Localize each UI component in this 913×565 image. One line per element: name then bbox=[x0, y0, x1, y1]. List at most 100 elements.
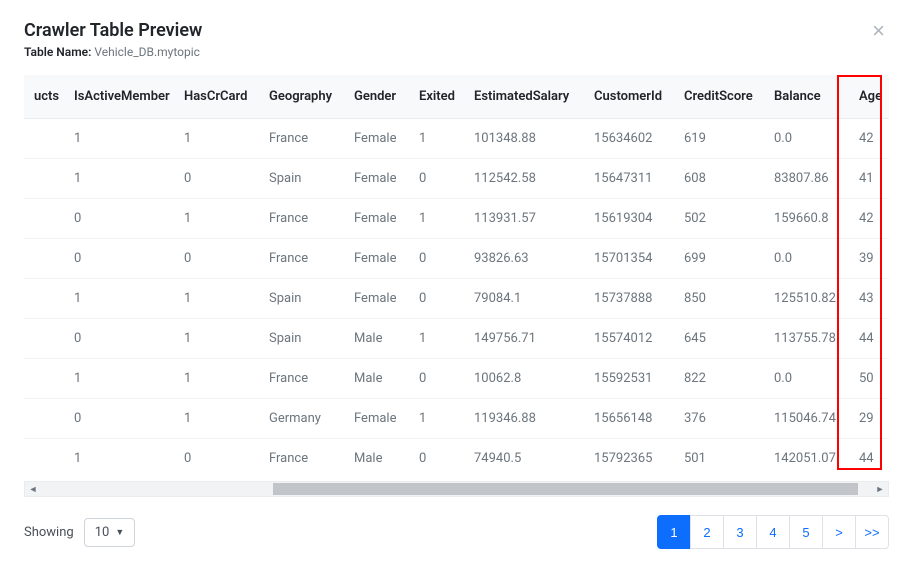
column-header-creditscore[interactable]: CreditScore bbox=[674, 75, 764, 119]
chevron-down-icon: ▼ bbox=[115, 527, 124, 538]
cell-creditscore: 850 bbox=[674, 279, 764, 319]
cell-exited: 0 bbox=[409, 439, 464, 476]
cell-geography: France bbox=[259, 119, 344, 159]
column-header-customerid[interactable]: CustomerId bbox=[584, 75, 674, 119]
cell-ucts bbox=[24, 359, 64, 399]
table-scroll-area[interactable]: uctsIsActiveMemberHasCrCardGeographyGend… bbox=[24, 75, 889, 475]
table-row[interactable]: 11SpainFemale079084.115737888850125510.8… bbox=[24, 279, 889, 319]
table-row[interactable]: 10SpainFemale0112542.581564731160883807.… bbox=[24, 159, 889, 199]
cell-isactive: 0 bbox=[64, 199, 174, 239]
cell-customerid: 15634602 bbox=[584, 119, 674, 159]
horizontal-scrollbar[interactable]: ◄ ► bbox=[24, 481, 889, 497]
cell-gender: Female bbox=[344, 159, 409, 199]
cell-gender: Female bbox=[344, 199, 409, 239]
cell-estsalary: 10062.8 bbox=[464, 359, 584, 399]
cell-estsalary: 113931.57 bbox=[464, 199, 584, 239]
cell-hascrcard: 0 bbox=[174, 239, 259, 279]
column-header-gender[interactable]: Gender bbox=[344, 75, 409, 119]
cell-hascrcard: 0 bbox=[174, 439, 259, 476]
cell-geography: Spain bbox=[259, 319, 344, 359]
page-button->[interactable]: > bbox=[822, 515, 856, 549]
column-header-hascrcard[interactable]: HasCrCard bbox=[174, 75, 259, 119]
cell-age: 29 bbox=[849, 399, 889, 439]
page-size-select[interactable]: 10 ▼ bbox=[84, 518, 136, 547]
cell-balance: 83807.86 bbox=[764, 159, 849, 199]
cell-customerid: 15574012 bbox=[584, 319, 674, 359]
cell-balance: 115046.74 bbox=[764, 399, 849, 439]
cell-age: 50 bbox=[849, 359, 889, 399]
table-row[interactable]: 01FranceFemale1113931.571561930450215966… bbox=[24, 199, 889, 239]
cell-customerid: 15701354 bbox=[584, 239, 674, 279]
table-row[interactable]: 00FranceFemale093826.63157013546990.039 bbox=[24, 239, 889, 279]
cell-estsalary: 119346.88 bbox=[464, 399, 584, 439]
cell-age: 43 bbox=[849, 279, 889, 319]
page-button-2[interactable]: 2 bbox=[690, 515, 724, 549]
cell-isactive: 0 bbox=[64, 399, 174, 439]
table-header-row: uctsIsActiveMemberHasCrCardGeographyGend… bbox=[24, 75, 889, 119]
cell-isactive: 1 bbox=[64, 119, 174, 159]
table-row[interactable]: 10FranceMale074940.515792365501142051.07… bbox=[24, 439, 889, 476]
cell-ucts bbox=[24, 159, 64, 199]
cell-exited: 1 bbox=[409, 399, 464, 439]
page-button-3[interactable]: 3 bbox=[723, 515, 757, 549]
column-header-exited[interactable]: Exited bbox=[409, 75, 464, 119]
cell-age: 42 bbox=[849, 119, 889, 159]
column-header-isactive[interactable]: IsActiveMember bbox=[64, 75, 174, 119]
cell-estsalary: 101348.88 bbox=[464, 119, 584, 159]
close-button[interactable]: × bbox=[868, 20, 889, 42]
showing-label: Showing bbox=[24, 525, 74, 540]
page-size-control: Showing 10 ▼ bbox=[24, 518, 135, 547]
cell-estsalary: 74940.5 bbox=[464, 439, 584, 476]
page-button-4[interactable]: 4 bbox=[756, 515, 790, 549]
cell-customerid: 15592531 bbox=[584, 359, 674, 399]
cell-hascrcard: 1 bbox=[174, 119, 259, 159]
cell-creditscore: 376 bbox=[674, 399, 764, 439]
cell-customerid: 15792365 bbox=[584, 439, 674, 476]
modal-title: Crawler Table Preview bbox=[24, 20, 202, 41]
table-row[interactable]: 01GermanyFemale1119346.88156561483761150… bbox=[24, 399, 889, 439]
cell-exited: 0 bbox=[409, 359, 464, 399]
scroll-thumb[interactable] bbox=[273, 483, 858, 495]
cell-creditscore: 645 bbox=[674, 319, 764, 359]
cell-balance: 0.0 bbox=[764, 239, 849, 279]
cell-exited: 1 bbox=[409, 119, 464, 159]
cell-estsalary: 112542.58 bbox=[464, 159, 584, 199]
crawler-preview-modal: Crawler Table Preview Table Name: Vehicl… bbox=[0, 0, 913, 565]
cell-balance: 0.0 bbox=[764, 359, 849, 399]
column-header-estsalary[interactable]: EstimatedSalary bbox=[464, 75, 584, 119]
cell-age: 44 bbox=[849, 319, 889, 359]
table-row[interactable]: 11FranceFemale1101348.88156346026190.042 bbox=[24, 119, 889, 159]
cell-estsalary: 149756.71 bbox=[464, 319, 584, 359]
cell-hascrcard: 1 bbox=[174, 199, 259, 239]
cell-customerid: 15619304 bbox=[584, 199, 674, 239]
cell-exited: 1 bbox=[409, 319, 464, 359]
cell-ucts bbox=[24, 199, 64, 239]
cell-exited: 0 bbox=[409, 239, 464, 279]
close-icon: × bbox=[872, 18, 885, 43]
scroll-left-button[interactable]: ◄ bbox=[25, 482, 41, 496]
modal-footer: Showing 10 ▼ 12345>>> bbox=[24, 515, 889, 549]
column-header-ucts[interactable]: ucts bbox=[24, 75, 64, 119]
column-header-balance[interactable]: Balance bbox=[764, 75, 849, 119]
cell-hascrcard: 0 bbox=[174, 159, 259, 199]
cell-creditscore: 822 bbox=[674, 359, 764, 399]
cell-gender: Female bbox=[344, 279, 409, 319]
cell-isactive: 1 bbox=[64, 279, 174, 319]
cell-balance: 125510.82 bbox=[764, 279, 849, 319]
column-header-age[interactable]: Age bbox=[849, 75, 889, 119]
cell-gender: Male bbox=[344, 319, 409, 359]
table-row[interactable]: 11FranceMale010062.8155925318220.050 bbox=[24, 359, 889, 399]
column-header-geography[interactable]: Geography bbox=[259, 75, 344, 119]
page-button-1[interactable]: 1 bbox=[657, 515, 691, 549]
page-button-5[interactable]: 5 bbox=[789, 515, 823, 549]
cell-geography: Spain bbox=[259, 279, 344, 319]
table-row[interactable]: 01SpainMale1149756.7115574012645113755.7… bbox=[24, 319, 889, 359]
scroll-right-button[interactable]: ► bbox=[872, 482, 888, 496]
cell-balance: 159660.8 bbox=[764, 199, 849, 239]
cell-isactive: 0 bbox=[64, 319, 174, 359]
page-button->>[interactable]: >> bbox=[855, 515, 889, 549]
cell-isactive: 0 bbox=[64, 239, 174, 279]
cell-estsalary: 93826.63 bbox=[464, 239, 584, 279]
cell-customerid: 15647311 bbox=[584, 159, 674, 199]
cell-exited: 1 bbox=[409, 199, 464, 239]
